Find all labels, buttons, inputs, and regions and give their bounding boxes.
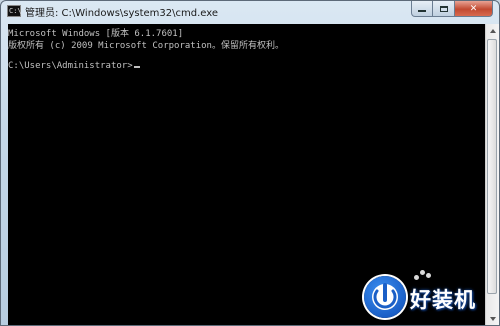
- minimize-icon: [418, 10, 426, 12]
- paw-prints-icon: [414, 270, 434, 282]
- haozhuangji-logo: [364, 276, 406, 318]
- maximize-button[interactable]: [433, 1, 455, 17]
- text-cursor: [133, 66, 140, 68]
- arrow-up-icon: [489, 29, 496, 33]
- console-line-copyright: 版权所有 (c) 2009 Microsoft Corporation。保留所有…: [8, 41, 284, 51]
- minimize-button[interactable]: [411, 1, 433, 17]
- window-controls: ✕: [411, 1, 493, 18]
- scrollbar-thumb[interactable]: [487, 39, 497, 294]
- scroll-up-button[interactable]: [486, 24, 499, 38]
- watermark-text: 好装机: [410, 288, 476, 312]
- title-bar[interactable]: C:\ 管理员: C:\Windows\system32\cmd.exe ✕: [1, 1, 499, 23]
- console-prompt-line[interactable]: C:\Users\Administrator>: [8, 61, 140, 71]
- close-icon: ✕: [469, 3, 478, 14]
- window-title: 管理员: C:\Windows\system32\cmd.exe: [25, 8, 219, 19]
- maximize-icon: [439, 5, 448, 12]
- cmd-icon[interactable]: C:\: [7, 5, 22, 17]
- watermark: 好装机: [358, 268, 500, 326]
- console-prompt: C:\Users\Administrator>: [8, 61, 133, 71]
- close-button[interactable]: ✕: [455, 1, 493, 17]
